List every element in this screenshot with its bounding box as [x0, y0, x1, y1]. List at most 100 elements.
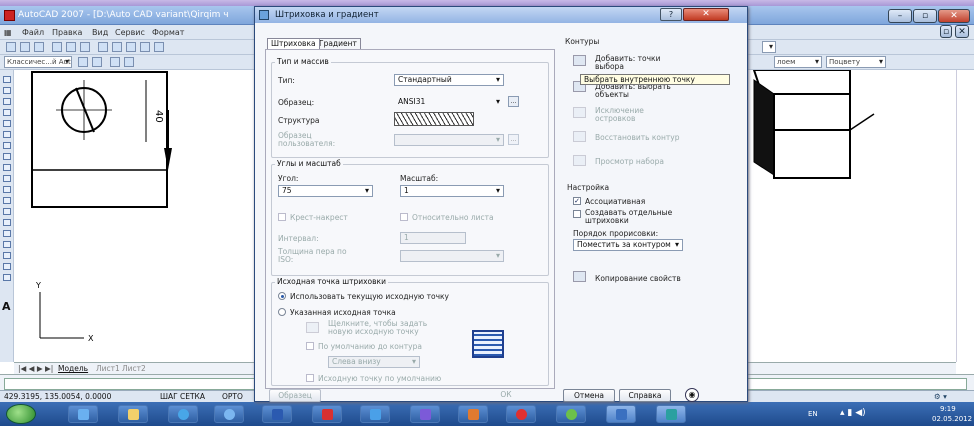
tray-icons[interactable]: ▴ ▮ ◀) [840, 408, 866, 418]
pattern-browse-button[interactable]: … [508, 96, 519, 107]
arc-icon[interactable] [3, 131, 11, 138]
paste-icon[interactable] [126, 42, 136, 52]
dialog-close-button[interactable]: ✕ [683, 8, 729, 21]
hatch-swatch[interactable] [394, 112, 474, 126]
recreate-label[interactable]: Восстановить контур [595, 133, 680, 142]
inherit-label[interactable]: Копирование свойств [595, 274, 681, 283]
polyline-icon[interactable] [3, 98, 11, 105]
default-extents-checkbox[interactable] [306, 342, 314, 350]
tab-layout1[interactable]: Лист1 [96, 364, 120, 373]
publish-icon[interactable] [80, 42, 90, 52]
add-select-label[interactable]: Добавить: выбрать объекты [595, 83, 690, 99]
point-icon[interactable] [3, 219, 11, 226]
task-files[interactable] [360, 405, 390, 423]
tab-hatch[interactable]: Штриховка [267, 38, 320, 49]
scale-dropdown[interactable]: 1 ▾ [400, 185, 504, 197]
tab-layout2[interactable]: Лист2 [122, 364, 146, 373]
more-options-icon[interactable]: ◉ [685, 388, 699, 402]
dialog-help-button[interactable]: ? [660, 8, 682, 21]
revcloud-icon[interactable] [3, 153, 11, 160]
tray-settings-icon[interactable]: ⚙ ▾ [934, 392, 947, 401]
recreate-boundary-icon[interactable] [573, 131, 586, 142]
remove-islands-label[interactable]: Исключение островков [595, 107, 675, 123]
hatch-icon[interactable] [3, 230, 11, 237]
type-dropdown[interactable]: Стандартный ▾ [394, 74, 504, 86]
task-explorer[interactable] [118, 405, 148, 423]
separate-checkbox[interactable] [573, 210, 581, 218]
tab-nav-arrows[interactable]: |◀ ◀ ▶ ▶| [18, 364, 53, 373]
task-autocad-active[interactable] [656, 405, 686, 423]
cut-icon[interactable] [98, 42, 108, 52]
snap-toggle[interactable]: ШАГ [160, 392, 178, 401]
match-icon[interactable] [140, 42, 150, 52]
position-dropdown[interactable]: Слева внизу ▾ [328, 356, 420, 368]
task-media[interactable] [214, 405, 244, 423]
doc-close-button[interactable]: ✕ [955, 25, 969, 38]
relative-checkbox[interactable] [400, 213, 408, 221]
custom-pattern-dropdown[interactable]: ▾ [394, 134, 504, 146]
rectangle-icon[interactable] [3, 120, 11, 127]
specified-radio[interactable] [278, 308, 286, 316]
add-pick-label[interactable]: Добавить: точки выбора [595, 55, 690, 71]
circle-icon[interactable] [3, 142, 11, 149]
grid-toggle[interactable]: СЕТКА [180, 392, 205, 401]
use-current-radio[interactable] [278, 292, 286, 300]
spacing-input[interactable]: 1 [400, 232, 466, 244]
insert-block-icon[interactable] [3, 197, 11, 204]
minimize-button[interactable]: – [888, 9, 912, 23]
set-origin-icon[interactable] [306, 322, 319, 333]
save-icon[interactable] [34, 42, 44, 52]
start-button[interactable] [6, 404, 36, 424]
right-toolbar-combo[interactable] [762, 41, 776, 53]
store-default-checkbox[interactable] [306, 374, 314, 382]
line-icon[interactable] [3, 76, 11, 83]
mtext-icon[interactable] [3, 274, 11, 281]
pattern-dropdown[interactable]: ANSI31 ▾ [394, 96, 504, 108]
menu-service[interactable]: Сервис [115, 28, 145, 37]
lang-indicator[interactable]: EN [808, 410, 818, 418]
task-ie[interactable] [168, 405, 198, 423]
view-selection-label[interactable]: Просмотр набора [595, 157, 664, 166]
gradient-icon[interactable] [3, 241, 11, 248]
tab-gradient[interactable]: Градиент [315, 38, 361, 49]
layer-state-icon[interactable] [92, 57, 102, 67]
pan-icon[interactable] [154, 42, 164, 52]
new-icon[interactable] [6, 42, 16, 52]
preview-button[interactable]: Образец [269, 389, 321, 402]
iso-dropdown[interactable]: ▾ [400, 250, 504, 262]
task-yandex[interactable] [506, 405, 536, 423]
ortho-toggle[interactable]: ОРТО [222, 392, 243, 401]
preview-icon[interactable] [66, 42, 76, 52]
layer-freeze-icon[interactable] [124, 57, 134, 67]
view-selection-icon[interactable] [573, 155, 586, 166]
ellipse-icon[interactable] [3, 175, 11, 182]
pick-points-icon[interactable] [573, 55, 586, 66]
task-pdf[interactable] [312, 405, 342, 423]
workspace-combo[interactable]: Классичес...й AutoCAD [4, 56, 72, 68]
doc-restore-button[interactable]: ▫ [940, 25, 952, 38]
task-green[interactable] [556, 405, 586, 423]
linetype-combo[interactable]: лоем [774, 56, 822, 68]
make-block-icon[interactable] [3, 208, 11, 215]
construction-line-icon[interactable] [3, 87, 11, 94]
task-ppt[interactable] [458, 405, 488, 423]
task-mail[interactable] [68, 405, 98, 423]
menu-view[interactable]: Вид [92, 28, 108, 37]
layer-manager-icon[interactable] [78, 57, 88, 67]
remove-islands-icon[interactable] [573, 107, 586, 118]
lineweight-combo[interactable]: Поцвету [826, 56, 886, 68]
tab-model[interactable]: Модель [58, 364, 88, 373]
custom-browse-button[interactable]: … [508, 134, 519, 145]
associative-checkbox[interactable]: ✓ [573, 197, 581, 205]
layer-off-icon[interactable] [110, 57, 120, 67]
double-checkbox[interactable] [278, 213, 286, 221]
draw-order-dropdown[interactable]: Поместить за контуром ▾ [573, 239, 683, 251]
task-autocad[interactable] [606, 405, 636, 423]
cancel-button[interactable]: Отмена [563, 389, 615, 402]
spline-icon[interactable] [3, 164, 11, 171]
help-button[interactable]: Справка [619, 389, 671, 402]
ellipse-arc-icon[interactable] [3, 186, 11, 193]
angle-dropdown[interactable]: 75 ▾ [278, 185, 373, 197]
polygon-icon[interactable] [3, 109, 11, 116]
close-button[interactable]: ✕ [938, 9, 970, 23]
